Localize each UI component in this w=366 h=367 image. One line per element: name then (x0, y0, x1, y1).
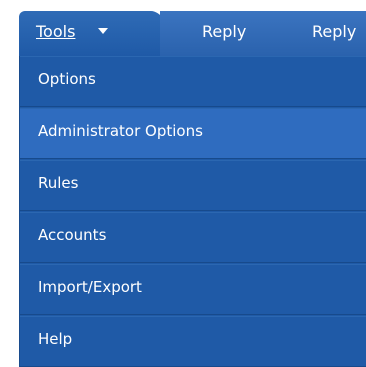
mail-client-tools-menu-screen: Tools Reply Reply Options Administrator … (0, 0, 366, 367)
menu-item-label: Import/Export (38, 278, 142, 296)
reply-all-button[interactable]: Reply (312, 22, 356, 41)
toolbar: Tools Reply Reply (0, 0, 366, 56)
menu-item-label: Administrator Options (38, 122, 203, 140)
tab-tools-label: Tools (36, 22, 76, 41)
menu-item-administrator-options[interactable]: Administrator Options (20, 108, 366, 159)
menu-item-help[interactable]: Help (20, 316, 366, 367)
menu-item-import-export[interactable]: Import/Export (20, 264, 366, 315)
menu-item-label: Rules (38, 174, 79, 192)
menu-item-label: Help (38, 330, 73, 348)
tab-tools[interactable]: Tools (19, 11, 151, 56)
tools-dropdown-menu: Options Administrator Options Rules Acco… (19, 56, 366, 367)
menu-item-label: Accounts (38, 226, 107, 244)
menu-item-accounts[interactable]: Accounts (20, 212, 366, 263)
reply-button[interactable]: Reply (202, 22, 246, 41)
menu-item-rules[interactable]: Rules (20, 160, 366, 211)
chevron-down-icon (98, 28, 108, 34)
menu-item-options[interactable]: Options (20, 56, 366, 107)
menu-item-label: Options (38, 70, 96, 88)
